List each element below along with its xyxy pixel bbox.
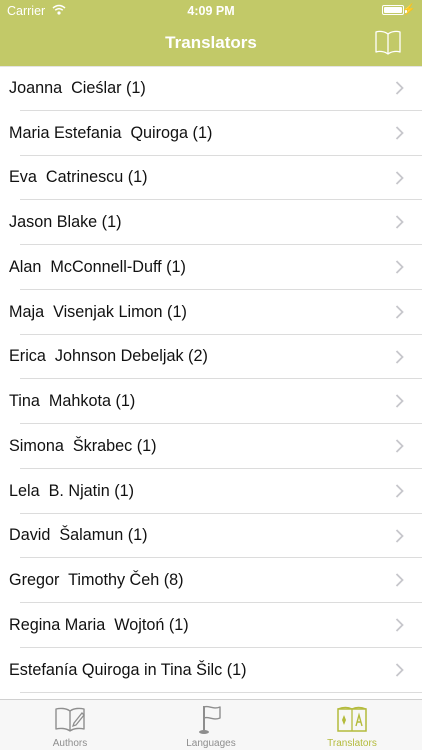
translator-row[interactable]: Jason Blake (1) [0, 200, 422, 245]
status-time: 4:09 PM [187, 4, 235, 18]
tab-authors[interactable]: Authors [0, 700, 140, 751]
translator-row[interactable]: Erica Johnson Debeljak (2) [0, 335, 422, 380]
translator-row[interactable]: David Šalamun (1) [0, 514, 422, 559]
navigation-header: Carrier 4:09 PM ⚡ Translators [0, 0, 422, 66]
translation-book-icon [337, 706, 367, 732]
status-bar: Carrier 4:09 PM ⚡ [0, 0, 422, 22]
translator-name: Maja Visenjak Limon (1) [9, 302, 187, 321]
translator-name: Regina Maria Wojtoń (1) [9, 615, 189, 634]
translator-name: Maria Estefania Quiroga (1) [9, 123, 213, 142]
book-icon[interactable] [374, 29, 402, 55]
translator-row[interactable]: Gregor Timothy Čeh (8) [0, 558, 422, 603]
translator-row[interactable]: Maja Visenjak Limon (1) [0, 290, 422, 335]
chevron-right-icon [395, 215, 404, 229]
translator-name: Erica Johnson Debeljak (2) [9, 347, 208, 366]
tab-translators-label: Translators [327, 738, 377, 749]
chevron-right-icon [395, 81, 404, 95]
tab-languages-label: Languages [186, 738, 236, 749]
open-book-pen-icon [55, 707, 85, 732]
chevron-right-icon [395, 394, 404, 408]
chevron-right-icon [395, 260, 404, 274]
chevron-right-icon [395, 618, 404, 632]
translator-name: Alan McConnell-Duff (1) [9, 257, 186, 276]
translator-row[interactable]: Alan McConnell-Duff (1) [0, 245, 422, 290]
tab-languages[interactable]: Languages [141, 700, 281, 751]
chevron-right-icon [395, 305, 404, 319]
translator-row[interactable]: Tina Mahkota (1) [0, 379, 422, 424]
translator-row[interactable]: Maria Estefania Quiroga (1) [0, 111, 422, 156]
chevron-right-icon [395, 170, 404, 185]
translator-name: Joanna Cieślar (1) [9, 78, 146, 97]
translator-name: Gregor Timothy Čeh (8) [9, 571, 184, 590]
chevron-right-icon [395, 663, 404, 677]
translator-row[interactable]: Lela B. Njatin (1) [0, 469, 422, 514]
translator-row[interactable]: Estefanía Quiroga in Tina Šilc (1) [0, 648, 422, 693]
translator-name: Lela B. Njatin (1) [9, 481, 135, 500]
chevron-right-icon [395, 349, 404, 364]
translator-list: Joanna Cieślar (1) Maria Estefania Quirog… [0, 66, 422, 699]
chevron-right-icon [395, 126, 404, 140]
chevron-right-icon [395, 528, 404, 543]
translator-row[interactable]: Joanna Cieślar (1) [0, 66, 422, 111]
translator-name: David Šalamun (1) [9, 526, 148, 545]
battery-icon [382, 5, 407, 15]
chevron-right-icon [395, 439, 404, 453]
translator-row[interactable]: Regina Maria Wojtoń (1) [0, 603, 422, 648]
page-title: Translators [165, 33, 257, 52]
translator-name: Jason Blake (1) [9, 213, 122, 232]
tab-bar: Authors Languages Translators [0, 699, 422, 750]
translator-name: Estefanía Quiroga in Tina Šilc (1) [9, 660, 247, 679]
chevron-right-icon [395, 484, 404, 498]
translator-name: Eva Catrinescu (1) [9, 168, 148, 187]
chevron-right-icon [395, 573, 404, 587]
translator-row[interactable]: Simona Škrabec (1) [0, 424, 422, 469]
translator-name: Tina Mahkota (1) [9, 392, 136, 411]
tab-translators[interactable]: Translators [282, 700, 422, 751]
tab-authors-label: Authors [52, 738, 88, 749]
flag-icon [199, 705, 221, 734]
charging-bolt-icon: ⚡ [402, 4, 416, 16]
translator-name: Simona Škrabec (1) [9, 436, 157, 455]
translator-row[interactable]: Eva Catrinescu (1) [0, 156, 422, 201]
